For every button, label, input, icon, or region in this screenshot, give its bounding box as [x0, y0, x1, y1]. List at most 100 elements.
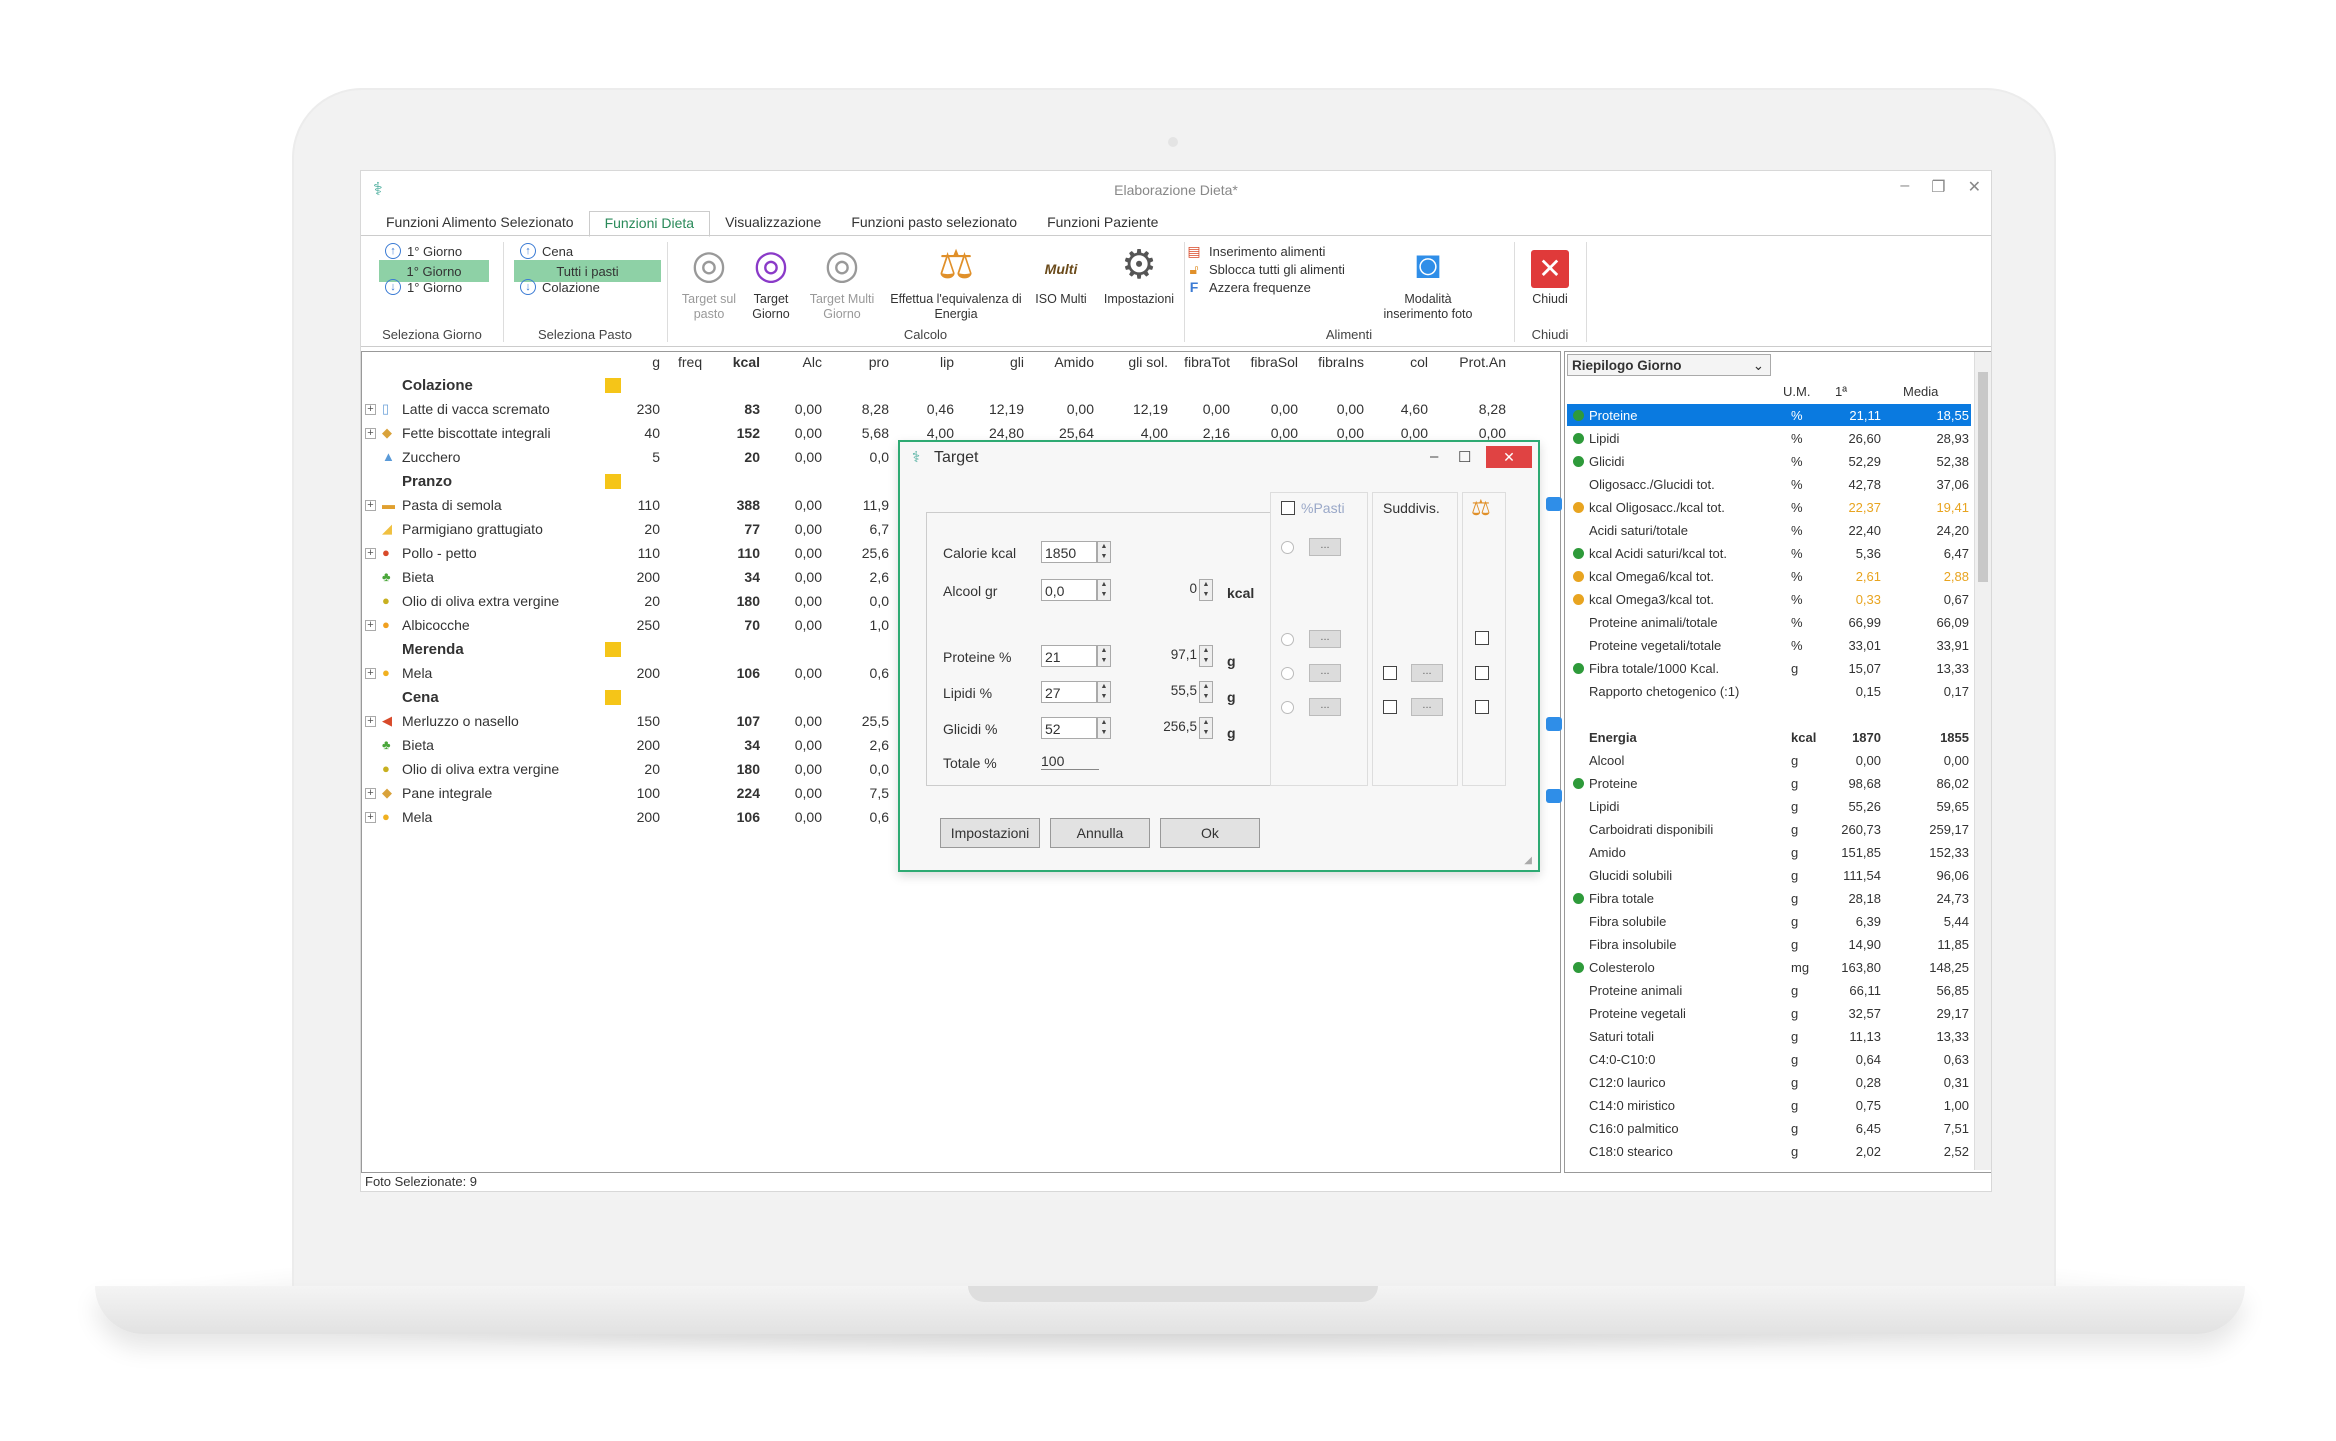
column-header[interactable]: col: [1410, 354, 1428, 370]
equivalenza-button[interactable]: ⚖ Effettua l'equivalenza di Energia: [886, 240, 1026, 322]
proteine-input[interactable]: 21: [1041, 645, 1097, 667]
resize-grip[interactable]: ◢: [1524, 855, 1532, 866]
target-giorno-button[interactable]: ◎ Target Giorno: [746, 240, 796, 322]
tab-visualizzazione[interactable]: Visualizzazione: [710, 211, 836, 235]
expand-icon[interactable]: +: [365, 548, 376, 559]
pasto-next-button[interactable]: ↓ Colazione: [520, 279, 600, 295]
expand-icon[interactable]: +: [365, 716, 376, 727]
scroll-thumb[interactable]: [1978, 372, 1988, 582]
pasti-glicidi-button[interactable]: ...: [1309, 698, 1341, 716]
impostazioni-ribbon-button[interactable]: ⚙ Impostazioni: [1096, 240, 1182, 307]
summary-row[interactable]: Fibra totale/1000 Kcal. g 15,07 13,33: [1567, 657, 1971, 679]
summary-row[interactable]: Proteine animali g 66,11 56,85: [1567, 979, 1971, 1001]
column-header[interactable]: gli: [1010, 354, 1024, 370]
calorie-spinner[interactable]: ▲ ▼: [1097, 541, 1111, 563]
sblocca-alimenti-button[interactable]: 🔓︎ Sblocca tutti gli alimenti: [1185, 261, 1344, 278]
scale-glicidi-checkbox[interactable]: [1475, 700, 1489, 714]
pasti-radio-lipidi[interactable]: [1281, 667, 1294, 680]
alcool-input[interactable]: 0,0: [1041, 579, 1097, 601]
pasti-radio-glicidi[interactable]: [1281, 701, 1294, 714]
summary-row[interactable]: [1567, 703, 1971, 725]
suddivis-lipidi-checkbox[interactable]: [1383, 666, 1397, 680]
summary-row[interactable]: Glicidi% 52,29 52,38: [1567, 450, 1971, 472]
tab-funzioni-pasto[interactable]: Funzioni pasto selezionato: [836, 211, 1032, 235]
pasti-checkbox[interactable]: [1281, 501, 1295, 515]
suddivis-glicidi-button[interactable]: ...: [1411, 698, 1443, 716]
add-food-icon[interactable]: [605, 690, 621, 705]
summary-row[interactable]: Glucidi solubili g 111,54 96,06: [1567, 864, 1971, 886]
summary-row[interactable]: Energia kcal 1870 1855: [1567, 726, 1971, 748]
proteine-spinner[interactable]: ▲ ▼: [1097, 645, 1111, 667]
azzera-frequenze-button[interactable]: F Azzera frequenze: [1185, 279, 1311, 295]
expand-icon[interactable]: +: [365, 812, 376, 823]
summary-row[interactable]: Acidi saturi/totale% 22,40 24,20: [1567, 519, 1971, 541]
expand-icon[interactable]: +: [365, 428, 376, 439]
summary-row[interactable]: Proteine g 98,68 86,02: [1567, 772, 1971, 794]
camera-icon[interactable]: [1546, 717, 1562, 731]
restore-button[interactable]: ❐: [1931, 177, 1945, 197]
summary-row[interactable]: Proteine vegetali g 32,57 29,17: [1567, 1002, 1971, 1024]
summary-row[interactable]: kcal Omega6/kcal tot.% 2,61 2,88: [1567, 565, 1971, 587]
summary-row[interactable]: Colesterolo mg 163,80 148,25: [1567, 956, 1971, 978]
alcool-kcal-spinner[interactable]: ▲ ▼: [1199, 579, 1213, 601]
summary-row[interactable]: Fibra insolubile g 14,90 11,85: [1567, 933, 1971, 955]
summary-row[interactable]: C16:0 palmitico g 6,45 7,51: [1567, 1117, 1971, 1139]
scale-lipidi-checkbox[interactable]: [1475, 666, 1489, 680]
column-header[interactable]: fibraSol: [1251, 354, 1298, 370]
summary-row[interactable]: C18:0 stearico g 2,02 2,52: [1567, 1140, 1971, 1162]
scale-proteine-checkbox[interactable]: [1475, 631, 1489, 645]
pasti-calorie-button[interactable]: ...: [1309, 538, 1341, 556]
expand-icon[interactable]: +: [365, 620, 376, 631]
target-pasto-button[interactable]: ◎ Target sul pasto: [678, 240, 740, 322]
pasti-radio-calorie[interactable]: [1281, 541, 1294, 554]
summary-row[interactable]: Amido g 151,85 152,33: [1567, 841, 1971, 863]
summary-row[interactable]: kcal Acidi saturi/kcal tot.% 5,36 6,47: [1567, 542, 1971, 564]
add-food-icon[interactable]: [605, 378, 621, 393]
expand-icon[interactable]: +: [365, 668, 376, 679]
pasto-prev-button[interactable]: ↑ Cena: [520, 243, 573, 259]
ok-button[interactable]: Ok: [1160, 818, 1260, 848]
proteine-g-spinner[interactable]: ▲ ▼: [1199, 645, 1213, 667]
summary-row[interactable]: Proteine animali/totale% 66,99 66,09: [1567, 611, 1971, 633]
annulla-button[interactable]: Annulla: [1050, 818, 1150, 848]
add-food-icon[interactable]: [605, 474, 621, 489]
add-food-icon[interactable]: [605, 642, 621, 657]
summary-row[interactable]: Fibra solubile g 6,39 5,44: [1567, 910, 1971, 932]
expand-icon[interactable]: +: [365, 404, 376, 415]
chiudi-button[interactable]: ✕ Chiudi: [1521, 240, 1579, 307]
summary-row[interactable]: Rapporto chetogenico (:1) 0,15 0,17: [1567, 680, 1971, 702]
pasti-lipidi-button[interactable]: ...: [1309, 664, 1341, 682]
summary-row[interactable]: C12:0 laurico g 0,28 0,31: [1567, 1071, 1971, 1093]
summary-row[interactable]: Lipidi g 55,26 59,65: [1567, 795, 1971, 817]
tab-funzioni-dieta[interactable]: Funzioni Dieta: [588, 211, 711, 237]
summary-row[interactable]: Alcool g 0,00 0,00: [1567, 749, 1971, 771]
minimize-button[interactable]: –: [1900, 177, 1909, 197]
summary-row[interactable]: kcal Omega3/kcal tot.% 0,33 0,67: [1567, 588, 1971, 610]
camera-icon[interactable]: [1546, 789, 1562, 803]
summary-dropdown[interactable]: Riepilogo Giorno ⌄: [1567, 354, 1771, 376]
column-header[interactable]: Alc: [803, 354, 822, 370]
target-multi-button[interactable]: ◎ Target Multi Giorno: [802, 240, 882, 322]
close-window-button[interactable]: ✕: [1968, 177, 1981, 197]
column-header[interactable]: Prot.An: [1459, 354, 1506, 370]
summary-row[interactable]: Carboidrati disponibili g 260,73 259,17: [1567, 818, 1971, 840]
pasti-proteine-button[interactable]: ...: [1309, 630, 1341, 648]
summary-row[interactable]: Proteine vegetali/totale% 33,01 33,91: [1567, 634, 1971, 656]
giorno-next-button[interactable]: ↓ 1° Giorno: [385, 279, 462, 295]
summary-scrollbar[interactable]: [1974, 352, 1991, 1170]
lipidi-g-spinner[interactable]: ▲ ▼: [1199, 681, 1213, 703]
calorie-input[interactable]: 1850: [1041, 541, 1097, 563]
summary-row[interactable]: Saturi totali g 11,13 13,33: [1567, 1025, 1971, 1047]
column-header[interactable]: g: [652, 354, 660, 370]
giorno-prev-button[interactable]: ↑ 1° Giorno: [385, 243, 462, 259]
dialog-close-button[interactable]: ✕: [1486, 446, 1532, 468]
pasti-radio-proteine[interactable]: [1281, 633, 1294, 646]
tab-funzioni-alimento[interactable]: Funzioni Alimento Selezionato: [371, 211, 589, 235]
summary-row[interactable]: C4:0-C10:0 g 0,64 0,63: [1567, 1048, 1971, 1070]
lipidi-spinner[interactable]: ▲ ▼: [1097, 681, 1111, 703]
column-header[interactable]: fibraIns: [1318, 354, 1364, 370]
column-header[interactable]: fibraTot: [1184, 354, 1230, 370]
column-header[interactable]: kcal: [733, 354, 760, 370]
dialog-maximize-button[interactable]: ☐: [1458, 448, 1471, 466]
column-header[interactable]: lip: [940, 354, 954, 370]
